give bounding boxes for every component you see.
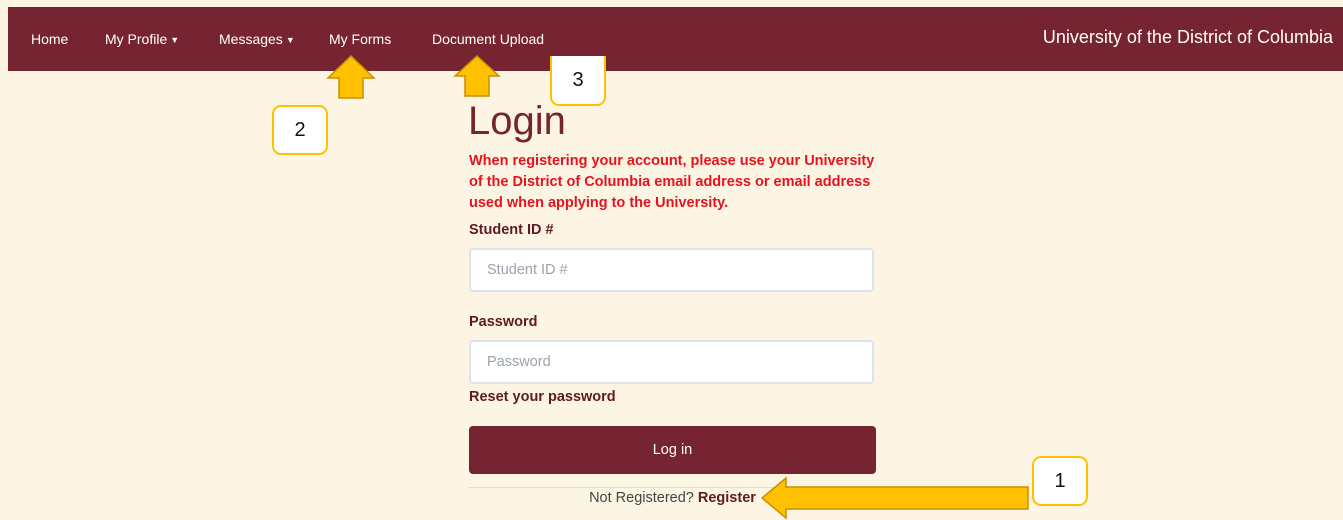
callout-3: 3 (550, 56, 606, 106)
nav-my-profile-label: My Profile (105, 31, 168, 47)
nav-messages[interactable]: Messages ▼ (219, 31, 295, 47)
login-button[interactable]: Log in (469, 426, 876, 474)
caret-down-icon: ▼ (285, 35, 295, 45)
caret-down-icon: ▼ (170, 35, 180, 45)
nav-my-profile[interactable]: My Profile ▼ (105, 31, 179, 47)
student-id-label: Student ID # (469, 222, 554, 238)
reset-password-link[interactable]: Reset your password (469, 389, 616, 405)
nav-my-forms-label: My Forms (329, 31, 392, 47)
nav-home[interactable]: Home (31, 31, 68, 47)
register-link[interactable]: Register (698, 490, 756, 506)
not-registered-text: Not Registered? (589, 490, 694, 506)
arrow-up-icon (326, 54, 376, 99)
student-id-input[interactable] (469, 248, 874, 292)
nav-document-upload-label: Document Upload (432, 31, 545, 47)
page-title: Login (468, 99, 566, 143)
arrow-left-icon (760, 476, 1029, 520)
nav-messages-label: Messages (219, 31, 283, 47)
registration-notice: When registering your account, please us… (469, 153, 875, 211)
nav-my-forms[interactable]: My Forms (329, 31, 391, 47)
password-label: Password (469, 314, 538, 330)
nav-document-upload[interactable]: Document Upload (432, 31, 544, 47)
callout-1: 1 (1032, 456, 1088, 506)
brand-title: University of the District of Columbia (1042, 27, 1333, 47)
arrow-up-icon (453, 54, 501, 97)
nav-home-label: Home (31, 31, 69, 47)
password-input[interactable] (469, 340, 874, 384)
callout-2: 2 (272, 105, 328, 155)
top-navbar: Home My Profile ▼ Messages ▼ My Forms Docu… (8, 7, 1343, 71)
